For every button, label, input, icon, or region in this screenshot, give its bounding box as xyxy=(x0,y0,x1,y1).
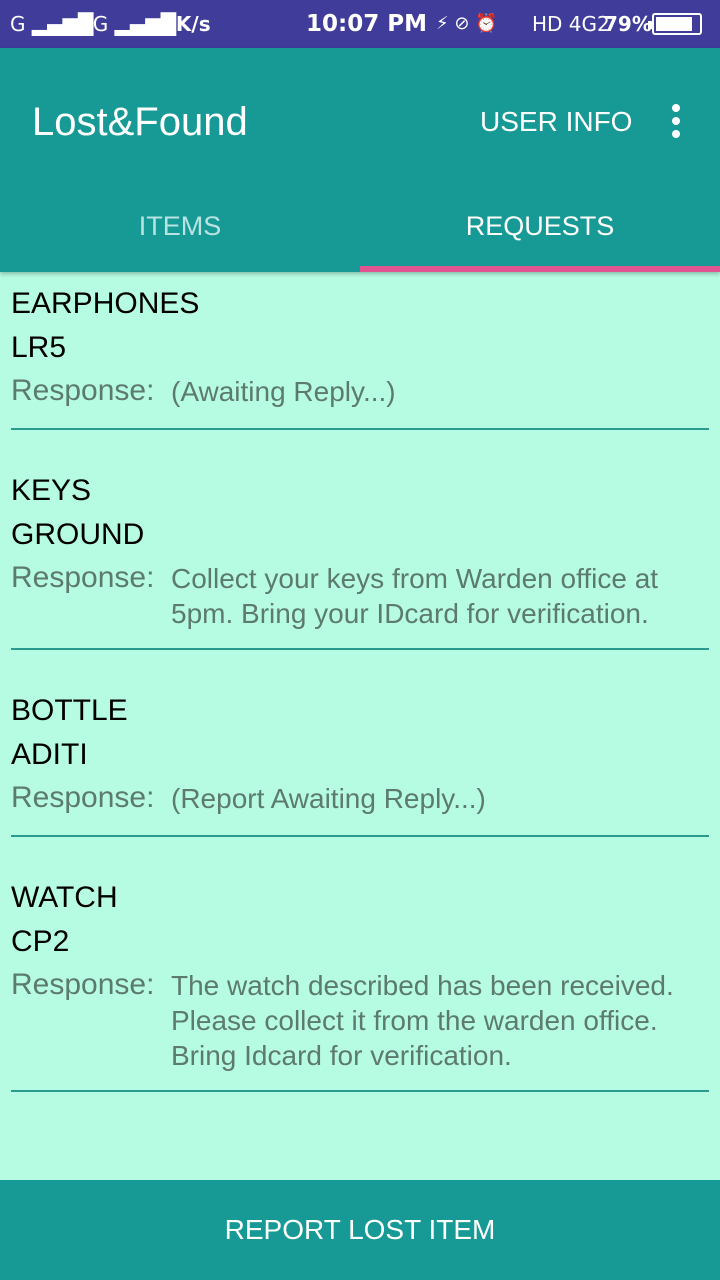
status-icons: ⚡ ⊘ ⏰ xyxy=(436,13,498,34)
battery-icon xyxy=(648,13,702,35)
divider xyxy=(11,428,709,430)
response-text: (Report Awaiting Reply...) xyxy=(171,783,486,814)
response-label: Response: xyxy=(11,781,155,814)
battery-percent: 79% xyxy=(604,12,652,36)
item-name: EARPHONES xyxy=(11,287,200,320)
overflow-menu-icon[interactable] xyxy=(664,104,688,138)
response-label: Response: xyxy=(11,968,155,1001)
status-bar: G ▂▄▆█ 4G ▂▄▆█ 0K/s 10:07 PM ⚡ ⊘ ⏰ HD 4G… xyxy=(0,0,720,48)
item-name: WATCH xyxy=(11,881,118,914)
divider xyxy=(11,835,709,837)
response-label: Response: xyxy=(11,561,155,594)
item-location: GROUND xyxy=(11,518,145,551)
app-bar: Lost&Found USER INFO ITEMS REQUESTS xyxy=(0,48,720,272)
item-location: ADITI xyxy=(11,738,88,771)
hd-indicator: HD 4G2 xyxy=(532,12,610,36)
item-location: CP2 xyxy=(11,925,70,958)
response-text: (Awaiting Reply...) xyxy=(171,376,396,407)
app-title: Lost&Found xyxy=(32,100,248,144)
response-text: The watch described has been received. P… xyxy=(171,970,674,1071)
clock: 10:07 PM xyxy=(306,11,427,37)
divider xyxy=(11,648,709,650)
response-label: Response: xyxy=(11,374,155,407)
response-text: Collect your keys from Warden office at … xyxy=(171,563,659,629)
report-lost-item-button[interactable]: REPORT LOST ITEM xyxy=(0,1180,720,1280)
item-name: KEYS xyxy=(11,474,92,507)
tab-indicator xyxy=(360,266,720,272)
network-speed: 0K/s xyxy=(162,12,211,36)
user-info-button[interactable]: USER INFO xyxy=(480,106,632,138)
item-location: LR5 xyxy=(11,331,67,364)
tab-items[interactable]: ITEMS xyxy=(0,188,360,272)
item-name: BOTTLE xyxy=(11,694,128,727)
tab-requests[interactable]: REQUESTS xyxy=(360,188,720,272)
divider xyxy=(11,1090,709,1092)
